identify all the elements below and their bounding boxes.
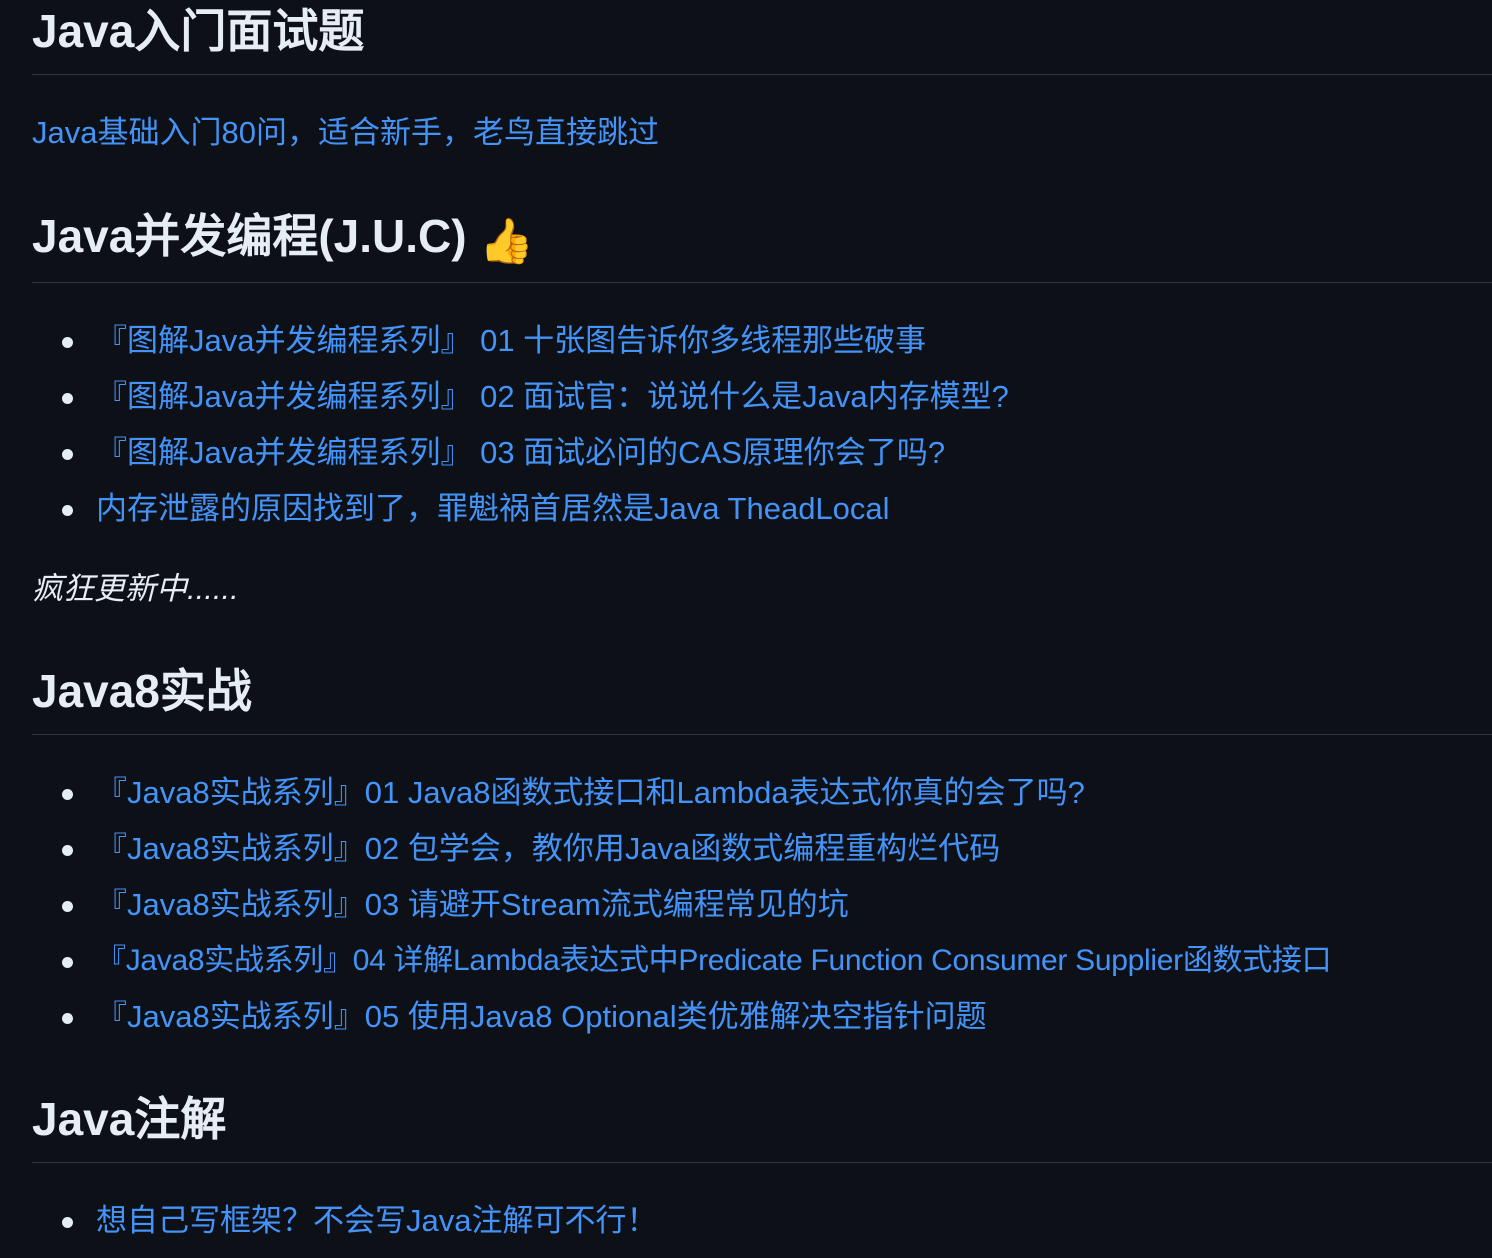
article-link[interactable]: 想自己写框架？不会写Java注解可不行！ — [96, 1201, 657, 1241]
bullet-icon — [62, 1013, 73, 1024]
concurrency-article-list: 『图解Java并发编程系列』 01 十张图告诉你多线程那些破事 『图解Java并… — [32, 313, 1492, 537]
bullet-icon — [62, 505, 73, 516]
list-item: 『Java8实战系列』05 使用Java8 Optional类优雅解决空指针问题 — [32, 989, 1492, 1045]
list-item: 『图解Java并发编程系列』 03 面试必问的CAS原理你会了吗? — [32, 425, 1492, 481]
section-title: Java注解 — [32, 1093, 227, 1145]
section-heading-java8: Java8实战 — [32, 658, 1492, 735]
list-item: 想自己写框架？不会写Java注解可不行！ — [32, 1193, 1492, 1249]
section-heading-intro: Java入门面试题 — [32, 0, 1492, 75]
bullet-icon — [62, 1217, 73, 1228]
list-item: 内存泄露的原因找到了，罪魁祸首居然是Java TheadLocal — [32, 481, 1492, 537]
bullet-icon — [62, 957, 73, 968]
bullet-icon — [62, 845, 73, 856]
article-link[interactable]: 内存泄露的原因找到了，罪魁祸首居然是Java TheadLocal — [96, 489, 890, 529]
list-item: 『Java8实战系列』01 Java8函数式接口和Lambda表达式你真的会了吗… — [32, 765, 1492, 821]
article-link[interactable]: 『Java8实战系列』01 Java8函数式接口和Lambda表达式你真的会了吗… — [96, 773, 1085, 813]
article-link[interactable]: 『Java8实战系列』02 包学会，教你用Java函数式编程重构烂代码 — [96, 829, 1000, 869]
bullet-icon — [62, 789, 73, 800]
list-item: 『图解Java并发编程系列』 02 面试官：说说什么是Java内存模型? — [32, 369, 1492, 425]
section-heading-annotations: Java注解 — [32, 1086, 1492, 1163]
bullet-icon — [62, 393, 73, 404]
article-link[interactable]: 『Java8实战系列』05 使用Java8 Optional类优雅解决空指针问题 — [96, 997, 987, 1037]
section-title: Java8实战 — [32, 665, 252, 717]
intro-link[interactable]: Java基础入门80问，适合新手，老鸟直接跳过 — [32, 115, 659, 150]
list-item: 『Java8实战系列』02 包学会，教你用Java函数式编程重构烂代码 — [32, 821, 1492, 877]
list-item: 『图解Java并发编程系列』 01 十张图告诉你多线程那些破事 — [32, 313, 1492, 369]
article-link[interactable]: 『图解Java并发编程系列』 02 面试官：说说什么是Java内存模型? — [96, 377, 1009, 417]
list-item: 『Java8实战系列』04 详解Lambda表达式中Predicate Func… — [32, 933, 1492, 989]
article-link[interactable]: 『Java8实战系列』04 详解Lambda表达式中Predicate Func… — [96, 941, 1332, 981]
bullet-icon — [62, 337, 73, 348]
section-heading-concurrency: Java并发编程(J.U.C) 👍 — [32, 202, 1492, 283]
java8-article-list: 『Java8实战系列』01 Java8函数式接口和Lambda表达式你真的会了吗… — [32, 765, 1492, 1045]
annotation-article-list: 想自己写框架？不会写Java注解可不行！ — [32, 1193, 1492, 1249]
article-link[interactable]: 『图解Java并发编程系列』 03 面试必问的CAS原理你会了吗? — [96, 433, 945, 473]
article-link[interactable]: 『Java8实战系列』03 请避开Stream流式编程常见的坑 — [96, 885, 849, 925]
update-note: 疯狂更新中...... — [32, 571, 239, 606]
section-title: Java入门面试题 — [32, 5, 365, 57]
section-title: Java并发编程(J.U.C) — [32, 210, 467, 262]
article-link[interactable]: 『图解Java并发编程系列』 01 十张图告诉你多线程那些破事 — [96, 321, 926, 361]
bullet-icon — [62, 901, 73, 912]
bullet-icon — [62, 449, 73, 460]
thumbs-up-icon: 👍 — [479, 217, 535, 266]
list-item: 『Java8实战系列』03 请避开Stream流式编程常见的坑 — [32, 877, 1492, 933]
intro-paragraph: Java基础入门80问，适合新手，老鸟直接跳过 — [32, 113, 659, 153]
